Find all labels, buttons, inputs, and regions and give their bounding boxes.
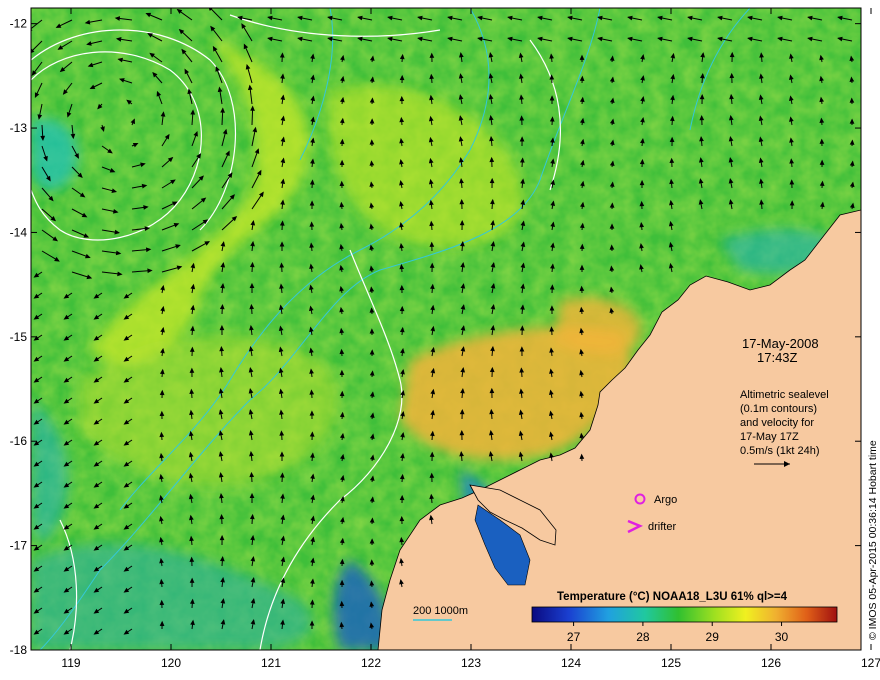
altimetry-line-2: (0.1m contours) [740,403,817,415]
lon-tick-label: 124 [561,656,581,670]
lon-tick-label: 126 [761,656,781,670]
lon-tick-label: 125 [661,656,681,670]
lat-tick-label: -18 [10,643,28,657]
argo-label: Argo [654,494,677,506]
colorbar-ramp [531,606,838,623]
colorbar-tick-label: 27 [567,630,581,644]
credit-label: © IMOS 05-Apr-2015 00:36:14 Hobart time [867,440,879,640]
altimetry-line-3: and velocity for [740,417,814,429]
lon-tick-label: 122 [361,656,381,670]
altimetry-line-5: 0.5m/s (1kt 24h) [740,445,819,457]
lat-tick-label: -17 [10,539,28,553]
lon-tick-label: 123 [461,656,481,670]
lat-tick-label: -15 [10,330,28,344]
date-label: 17-May-2008 [742,336,819,351]
altimetry-line-1: Altimetric sealevel [740,389,829,401]
lon-tick-label: 119 [61,656,80,670]
colorbar-title: Temperature (°C) NOAA18_L3U 61% ql>=4 [557,591,788,603]
drifter-label: drifter [648,521,676,533]
lat-tick-label: -13 [10,121,28,135]
lon-tick-label: 120 [161,656,181,670]
colorbar-tick-label: 29 [706,630,720,644]
lat-tick-label: -14 [10,225,28,239]
depth-label: 200 1000m [413,605,468,617]
lon-tick-label: 127 [861,656,880,670]
time-label: 17:43Z [757,350,798,365]
colorbar-tick-label: 30 [775,630,789,644]
colorbar-tick-label: 28 [636,630,650,644]
lat-tick-label: -12 [10,17,28,31]
altimetry-line-4: 17-May 17Z [740,431,799,443]
sst-map: 119 120 121 122 123 124 125 126 127 -12 -13 -14 -15… [10,7,880,670]
sst-field [31,8,861,650]
lat-tick-label: -16 [10,434,28,448]
lon-tick-label: 121 [261,656,281,670]
